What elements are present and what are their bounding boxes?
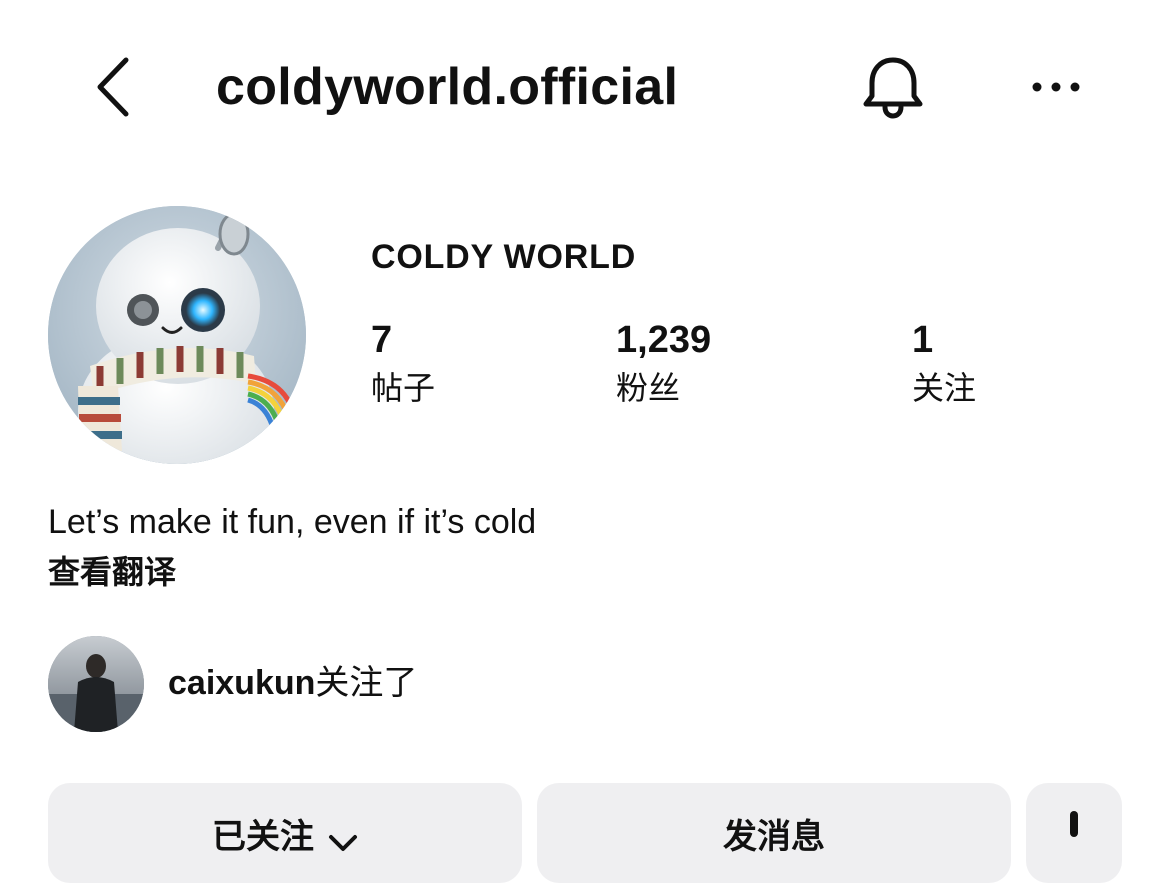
- see-translation-link[interactable]: 查看翻译: [48, 550, 176, 594]
- followed-by-suffix: 关注了: [315, 664, 418, 702]
- back-chevron-icon[interactable]: [92, 56, 136, 118]
- bell-icon[interactable]: [858, 52, 928, 122]
- following-button-label: 已关注: [212, 818, 314, 856]
- following-label[interactable]: 关注: [912, 368, 976, 408]
- message-button-label: 发消息: [723, 818, 825, 856]
- profile-bio: Let’s make it fun, even if it’s cold: [48, 503, 537, 541]
- followers-label[interactable]: 粉丝: [616, 368, 680, 408]
- followed-by-text[interactable]: caixukun关注了: [168, 660, 417, 706]
- display-name: COLDY WORLD: [371, 238, 637, 276]
- follower-username[interactable]: caixukun: [168, 664, 315, 702]
- posts-count[interactable]: 7: [371, 318, 392, 362]
- posts-label[interactable]: 帖子: [371, 368, 435, 408]
- follower-avatar[interactable]: [48, 636, 144, 732]
- suggested-people-button[interactable]: [1026, 783, 1122, 883]
- following-count[interactable]: 1: [912, 318, 933, 362]
- more-options-icon[interactable]: [1030, 78, 1082, 96]
- followers-count[interactable]: 1,239: [616, 318, 711, 362]
- message-button[interactable]: 发消息: [537, 783, 1011, 883]
- person-add-icon: [1064, 809, 1084, 848]
- page-title: coldyworld.official: [216, 58, 679, 116]
- chevron-down-icon: [328, 823, 358, 851]
- profile-avatar[interactable]: [48, 206, 306, 464]
- following-button[interactable]: 已关注: [48, 783, 522, 883]
